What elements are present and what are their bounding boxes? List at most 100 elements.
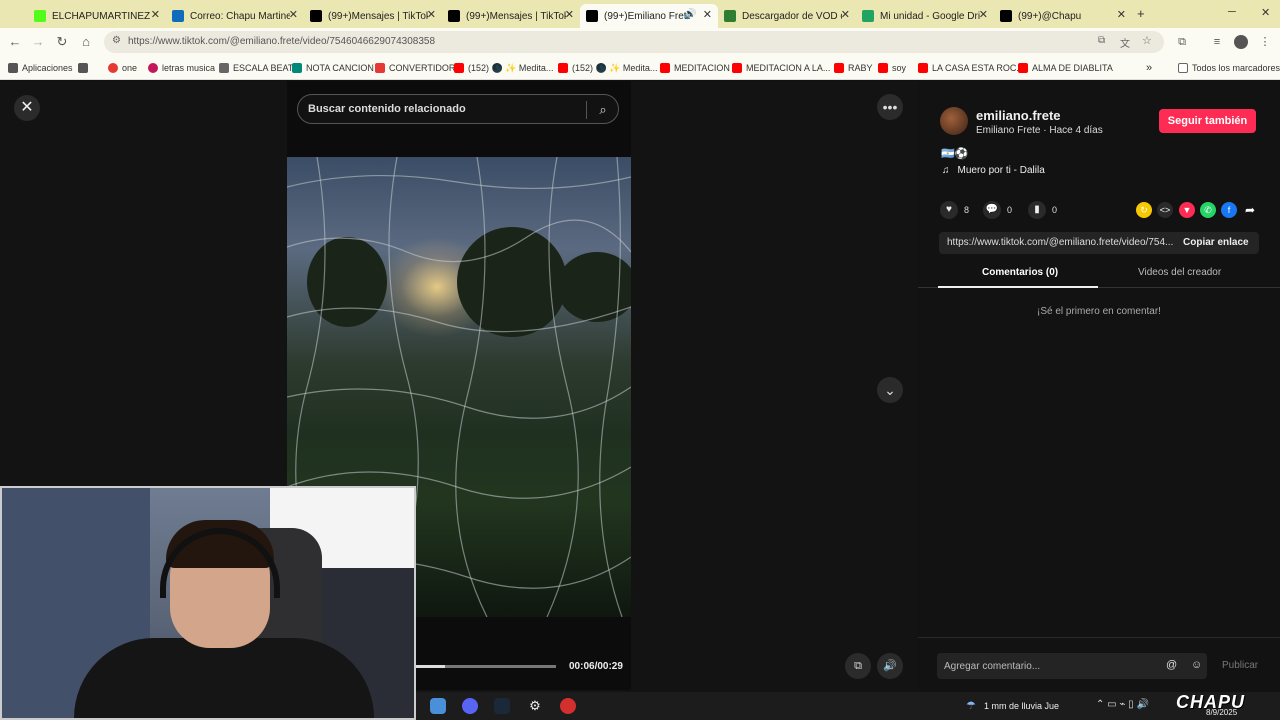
save-button[interactable]: ▮ 0 — [1028, 201, 1057, 219]
music-link[interactable]: ♫ Muero por ti - Dalila — [942, 165, 1045, 176]
comment-button[interactable]: 💬 0 — [983, 201, 1012, 219]
comment-icon: 💬 — [983, 201, 1001, 219]
close-tab-icon[interactable]: ✕ — [565, 8, 574, 21]
more-options-icon[interactable]: ••• — [877, 94, 903, 120]
file-icon[interactable] — [430, 698, 446, 714]
menu-icon[interactable]: ⋮ — [1258, 35, 1272, 49]
steam-icon[interactable] — [494, 698, 510, 714]
close-tab-icon[interactable]: ✕ — [841, 8, 850, 21]
discord-icon[interactable] — [462, 698, 478, 714]
browser-tab[interactable]: (99+)Mensajes | TikTok ✕ — [304, 4, 442, 28]
send-icon[interactable]: ▼ — [1179, 202, 1195, 218]
weather-status[interactable]: 1 mm de lluvia Jue — [984, 701, 1059, 711]
close-tab-icon[interactable]: ✕ — [703, 8, 712, 21]
bookmark-apps[interactable]: Aplicaciones — [8, 61, 73, 75]
search-input[interactable]: Buscar contenido relacionado — [308, 103, 466, 115]
close-tab-icon[interactable]: ✕ — [427, 8, 436, 21]
tab-strip: ELCHAPUMARTINEZ Stre ✕ Correo: Chapu Mar… — [0, 0, 1280, 28]
browser-tab[interactable]: ELCHAPUMARTINEZ Stre ✕ — [28, 4, 166, 28]
close-tab-icon[interactable]: ✕ — [151, 8, 160, 21]
repost-icon[interactable]: ↻ — [1136, 202, 1152, 218]
close-icon[interactable]: ✕ — [14, 95, 40, 121]
comment-count: 0 — [1007, 205, 1013, 215]
reload-icon[interactable]: ↻ — [54, 34, 70, 50]
search-icon[interactable]: ⌕ — [594, 101, 612, 119]
bookmark-item[interactable]: LA CASA ESTA ROC... — [918, 61, 1024, 75]
bookmark-item[interactable]: letras musica — [148, 61, 215, 75]
emoji-icon[interactable]: ☺ — [1191, 659, 1202, 671]
video-link[interactable]: https://www.tiktok.com/@emiliano.frete/v… — [947, 237, 1173, 248]
taskbar: ⚙ ☂ 1 mm de lluvia Jue ⌃ ▭ ⌁ ▯ 🔊 CHAPU 8… — [416, 692, 1280, 720]
chevron-down-icon[interactable]: ⌄ — [877, 377, 903, 403]
home-icon[interactable]: ⌂ — [78, 34, 94, 50]
back-icon[interactable]: ← — [7, 34, 23, 50]
install-app-icon[interactable]: ⧉ — [1098, 35, 1105, 46]
bookmark-item[interactable]: CONVERTIDOR — [375, 61, 455, 75]
bookmark-item[interactable]: NOTA CANCION — [292, 61, 374, 75]
progress-bar[interactable] — [416, 665, 556, 668]
facebook-icon[interactable]: f — [1221, 202, 1237, 218]
forward-icon[interactable]: → — [30, 34, 46, 50]
copy-link-button[interactable]: Copiar enlace — [1183, 237, 1249, 248]
publish-button[interactable]: Publicar — [1222, 660, 1258, 671]
mini-player-icon[interactable]: ⧉ — [845, 653, 871, 679]
whatsapp-icon[interactable]: ✆ — [1200, 202, 1216, 218]
bookmark-label: (152) 🌑 ✨ Medita... — [572, 62, 658, 73]
browser-tab[interactable]: Correo: Chapu Martinez ✕ — [166, 4, 304, 28]
close-window-icon[interactable]: ✕ — [1261, 6, 1270, 19]
bookmark-item[interactable]: (152) 🌑 ✨ Medita... — [558, 61, 657, 75]
browser-tab[interactable]: (99+)Mensajes | TikTok ✕ — [442, 4, 580, 28]
extensions-icon[interactable]: ⧉ — [1175, 35, 1189, 49]
profile-avatar[interactable] — [1234, 35, 1248, 49]
share-arrow-icon[interactable]: ➦ — [1242, 202, 1258, 218]
tab-comments[interactable]: Comentarios (0) — [982, 267, 1058, 278]
bookmark-item[interactable]: ALMA DE DIABLITA — [1018, 61, 1113, 75]
browser-tab[interactable]: (99+)@Chapu ✕ — [994, 4, 1132, 28]
follow-button[interactable]: Seguir también — [1159, 109, 1256, 133]
bookmark-item[interactable] — [78, 61, 92, 75]
embed-icon[interactable]: <> — [1157, 202, 1173, 218]
comment-input[interactable]: Agregar comentario... @ ☺ — [937, 653, 1207, 679]
all-bookmarks[interactable]: Todos los marcadores — [1178, 61, 1280, 75]
bookmark-item[interactable]: (152) 🌑 ✨ Medita... — [454, 61, 553, 75]
bookmark-item[interactable]: MEDITACION A LA... — [732, 61, 830, 75]
browser-tab[interactable]: Mi unidad - Google Drive ✕ — [856, 4, 994, 28]
related-search-bar[interactable]: Buscar contenido relacionado ⌕ — [297, 94, 619, 124]
translate-icon[interactable]: 文 — [1120, 35, 1130, 50]
speaker-icon[interactable]: 🔊 — [684, 9, 696, 20]
minimize-icon[interactable]: ─ — [1228, 6, 1236, 18]
close-tab-icon[interactable]: ✕ — [1117, 8, 1126, 21]
bookmark-item[interactable]: ESCALA BEAT — [219, 61, 293, 75]
close-tab-icon[interactable]: ✕ — [289, 8, 298, 21]
browser-tab-active[interactable]: (99+)Emiliano Frete ( 🔊 ✕ — [580, 4, 718, 28]
bookmark-item[interactable]: RABY — [834, 61, 873, 75]
volume-icon[interactable]: 🔊 — [877, 653, 903, 679]
tray-icons[interactable]: ⌃ ▭ ⌁ ▯ 🔊 — [1096, 699, 1149, 710]
obs-icon[interactable] — [560, 698, 576, 714]
tab-creator-videos[interactable]: Videos del creador — [1138, 267, 1221, 278]
bookmark-item[interactable]: one — [108, 61, 137, 75]
address-bar[interactable]: ⚙ https://www.tiktok.com/@emiliano.frete… — [104, 31, 1164, 53]
rain-icon: ☂ — [966, 700, 976, 712]
site-info-icon[interactable]: ⚙ — [112, 35, 121, 46]
browser-toolbar: ← → ↻ ⌂ ⚙ https://www.tiktok.com/@emilia… — [0, 28, 1280, 56]
bookmark-item[interactable]: soy — [878, 61, 906, 75]
progress-fill — [416, 665, 446, 668]
close-tab-icon[interactable]: ✕ — [979, 8, 988, 21]
bookmark-star-icon[interactable]: ☆ — [1142, 34, 1152, 47]
tab-label: (99+)Mensajes | TikTok — [466, 10, 566, 22]
settings-icon[interactable]: ⚙ — [527, 698, 543, 714]
tab-search-icon[interactable]: ≡ — [1210, 35, 1224, 49]
like-button[interactable]: ♥ 8 — [940, 201, 969, 219]
creator-username[interactable]: emiliano.frete — [976, 108, 1061, 123]
new-tab-icon[interactable]: + — [1137, 6, 1145, 21]
tab-label: (99+)Emiliano Frete ( — [604, 10, 690, 22]
avatar[interactable] — [940, 107, 968, 135]
youtube-icon — [878, 63, 888, 73]
bookmark-item[interactable]: MEDITACION — [660, 61, 730, 75]
tiktok-icon — [310, 10, 322, 22]
more-bookmarks-icon[interactable]: » — [1146, 61, 1152, 75]
tab-label: Correo: Chapu Martinez — [190, 10, 290, 22]
mention-icon[interactable]: @ — [1166, 659, 1177, 671]
browser-tab[interactable]: Descargador de VOD de ✕ — [718, 4, 856, 28]
